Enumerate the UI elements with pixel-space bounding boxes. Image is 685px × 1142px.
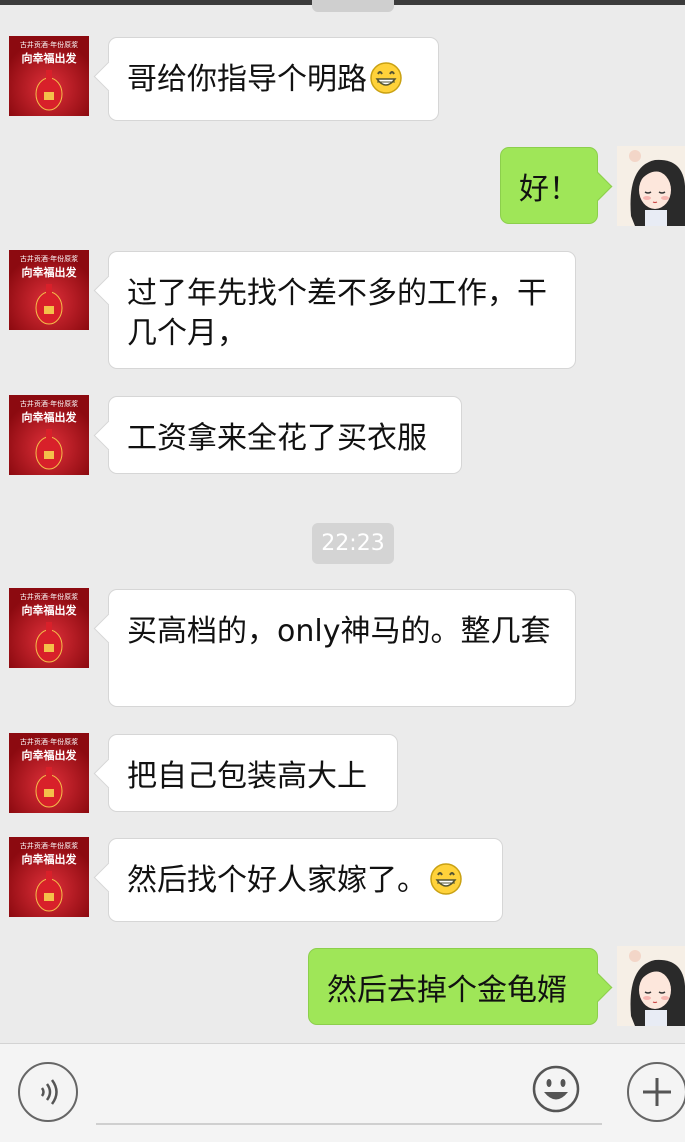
svg-text:向幸福出发: 向幸福出发 <box>22 852 78 866</box>
message-text: 然后找个好人家嫁了。 <box>127 863 427 898</box>
plus-icon[interactable] <box>627 1062 685 1122</box>
message-text: 把自己包装高大上 <box>127 759 367 794</box>
message-text: 买高档的，only神马的。整几套 <box>127 614 551 649</box>
voice-icon[interactable] <box>18 1062 78 1122</box>
message-bubble-incoming[interactable]: 过了年先找个差不多的工作，干几个月， <box>108 251 576 369</box>
input-bar <box>0 1043 685 1142</box>
message-text: 工资拿来全花了买衣服 <box>127 421 427 456</box>
contact-avatar[interactable]: 古井贡酒·年份原浆 向幸福出发 <box>9 36 89 116</box>
svg-text:向幸福出发: 向幸福出发 <box>22 51 78 65</box>
my-avatar[interactable] <box>617 146 685 226</box>
message-text: 哥给你指导个明路 <box>127 62 367 97</box>
svg-text:古井贡酒·年份原浆: 古井贡酒·年份原浆 <box>20 40 78 49</box>
svg-text:古井贡酒·年份原浆: 古井贡酒·年份原浆 <box>20 592 78 601</box>
emoji-icon[interactable] <box>532 1065 580 1113</box>
svg-text:向幸福出发: 向幸福出发 <box>22 410 78 424</box>
svg-text:古井贡酒·年份原浆: 古井贡酒·年份原浆 <box>20 737 78 746</box>
message-text: 好！ <box>519 172 579 207</box>
svg-text:向幸福出发: 向幸福出发 <box>22 265 78 279</box>
my-avatar[interactable] <box>617 946 685 1026</box>
grin-emoji-icon <box>369 61 403 106</box>
message-bubble-incoming[interactable]: 工资拿来全花了买衣服 <box>108 396 462 474</box>
svg-text:古井贡酒·年份原浆: 古井贡酒·年份原浆 <box>20 254 78 263</box>
svg-text:古井贡酒·年份原浆: 古井贡酒·年份原浆 <box>20 399 78 408</box>
message-bubble-outgoing[interactable]: 好！ <box>500 147 598 224</box>
grin-emoji-icon <box>429 862 463 907</box>
message-bubble-incoming[interactable]: 买高档的，only神马的。整几套 <box>108 589 576 707</box>
message-text: 然后去掉个金龟婿 <box>327 973 567 1008</box>
chat-area[interactable]: 古井贡酒·年份原浆 向幸福出发 哥给你指导个明路 好！ 古井贡酒·年份原浆 向幸… <box>0 0 685 1043</box>
contact-avatar[interactable]: 古井贡酒·年份原浆 向幸福出发 <box>9 588 89 668</box>
message-bubble-incoming[interactable]: 把自己包装高大上 <box>108 734 398 812</box>
svg-text:古井贡酒·年份原浆: 古井贡酒·年份原浆 <box>20 841 78 850</box>
contact-avatar[interactable]: 古井贡酒·年份原浆 向幸福出发 <box>9 837 89 917</box>
message-bubble-incoming[interactable]: 然后找个好人家嫁了。 <box>108 838 503 922</box>
message-input[interactable] <box>96 1123 602 1125</box>
chat-timestamp: 22:23 <box>312 523 394 564</box>
message-bubble-incoming[interactable]: 哥给你指导个明路 <box>108 37 439 121</box>
contact-avatar[interactable]: 古井贡酒·年份原浆 向幸福出发 <box>9 733 89 813</box>
message-bubble-outgoing[interactable]: 然后去掉个金龟婿 <box>308 948 598 1025</box>
svg-text:向幸福出发: 向幸福出发 <box>22 603 78 617</box>
contact-avatar[interactable]: 古井贡酒·年份原浆 向幸福出发 <box>9 250 89 330</box>
contact-avatar[interactable]: 古井贡酒·年份原浆 向幸福出发 <box>9 395 89 475</box>
svg-text:向幸福出发: 向幸福出发 <box>22 748 78 762</box>
message-text: 过了年先找个差不多的工作，干几个月， <box>127 276 547 351</box>
